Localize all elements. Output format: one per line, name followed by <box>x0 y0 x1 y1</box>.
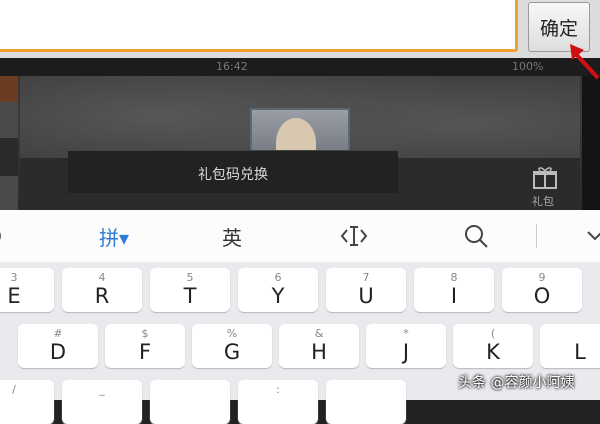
key-hint: : <box>276 383 280 396</box>
key-g[interactable]: % G <box>192 324 272 368</box>
key-hint: 4 <box>98 271 106 284</box>
key-hint: & <box>314 327 324 340</box>
status-time: 16:42 <box>216 60 248 73</box>
dialog-title: 礼包码兑换 <box>198 167 268 183</box>
key-l[interactable]: L <box>540 324 600 368</box>
key-label: R <box>94 284 110 308</box>
key-row3-1[interactable]: _ <box>62 380 142 424</box>
key-label: J <box>402 340 410 364</box>
key-label: E <box>7 284 21 308</box>
key-hint: # <box>53 327 63 340</box>
key-o[interactable]: 9O <box>502 268 582 312</box>
watermark: 头条 @容颜小阿姨 <box>458 369 598 395</box>
key-k[interactable]: (K <box>453 324 533 368</box>
gift-code-dialog: 礼包码兑换 <box>68 150 398 193</box>
battery-level: 100% <box>512 60 544 73</box>
key-hint: 9 <box>538 271 546 284</box>
key-row3-3[interactable]: : <box>238 380 318 424</box>
chevron-down-icon[interactable] <box>580 210 600 262</box>
key-hint: _ <box>99 383 105 396</box>
key-f[interactable]: $ F <box>105 324 185 368</box>
key-row3-4[interactable] <box>326 380 406 424</box>
gift-icon[interactable] <box>532 166 558 190</box>
gift-code-input[interactable] <box>0 0 518 52</box>
toolbar-edge-icon[interactable] <box>0 210 10 262</box>
key-u[interactable]: 7U <box>326 268 406 312</box>
key-label: G <box>223 340 241 364</box>
ime-toolbar: 拼▾ 英 <box>0 210 600 263</box>
key-label: D <box>49 340 67 364</box>
key-hint: ( <box>490 327 496 340</box>
key-label: L <box>574 340 586 364</box>
key-i[interactable]: 8I <box>414 268 494 312</box>
key-label: U <box>358 284 374 308</box>
key-hint: 7 <box>362 271 370 284</box>
left-side-panel <box>0 76 18 210</box>
key-hint: 3 <box>10 271 18 284</box>
top-input-bar: 确定 <box>0 0 600 58</box>
key-label: K <box>486 340 500 364</box>
key-r[interactable]: 4R <box>62 268 142 312</box>
key-label: Y <box>271 284 285 308</box>
game-screen: 16:42 100% 礼包码兑换 礼包 <box>0 58 600 210</box>
key-hint: 6 <box>274 271 282 284</box>
red-arrow-icon <box>570 44 600 80</box>
right-side-panel <box>582 76 600 210</box>
gift-label: 礼包 <box>532 195 554 208</box>
cursor-icon[interactable] <box>324 210 384 262</box>
key-hint: 5 <box>186 271 194 284</box>
key-row3-2[interactable] <box>150 380 230 424</box>
key-t[interactable]: 5T <box>150 268 230 312</box>
key-e[interactable]: 3E <box>0 268 54 312</box>
key-hint: / <box>12 383 16 396</box>
search-icon[interactable] <box>446 210 506 262</box>
key-hint: % <box>226 327 238 340</box>
watermark-text: 头条 @容颜小阿姨 <box>458 375 575 391</box>
key-h[interactable]: & H <box>279 324 359 368</box>
key-hint: $ <box>141 327 149 340</box>
key-j[interactable]: * J <box>366 324 446 368</box>
key-hint: * <box>403 327 409 340</box>
key-label: O <box>533 284 551 308</box>
status-bar: 16:42 100% <box>0 58 600 76</box>
toolbar-divider <box>536 224 537 248</box>
pinyin-mode-button[interactable]: 拼▾ <box>84 210 144 262</box>
key-row3-0[interactable]: / <box>0 380 54 424</box>
key-label: T <box>183 284 197 308</box>
key-label: I <box>450 284 458 308</box>
key-label: H <box>311 340 327 364</box>
key-label: F <box>138 340 152 364</box>
key-hint: 8 <box>450 271 458 284</box>
english-mode-button[interactable]: 英 <box>202 210 262 262</box>
key-d[interactable]: # D <box>18 324 98 368</box>
key-y[interactable]: 6Y <box>238 268 318 312</box>
